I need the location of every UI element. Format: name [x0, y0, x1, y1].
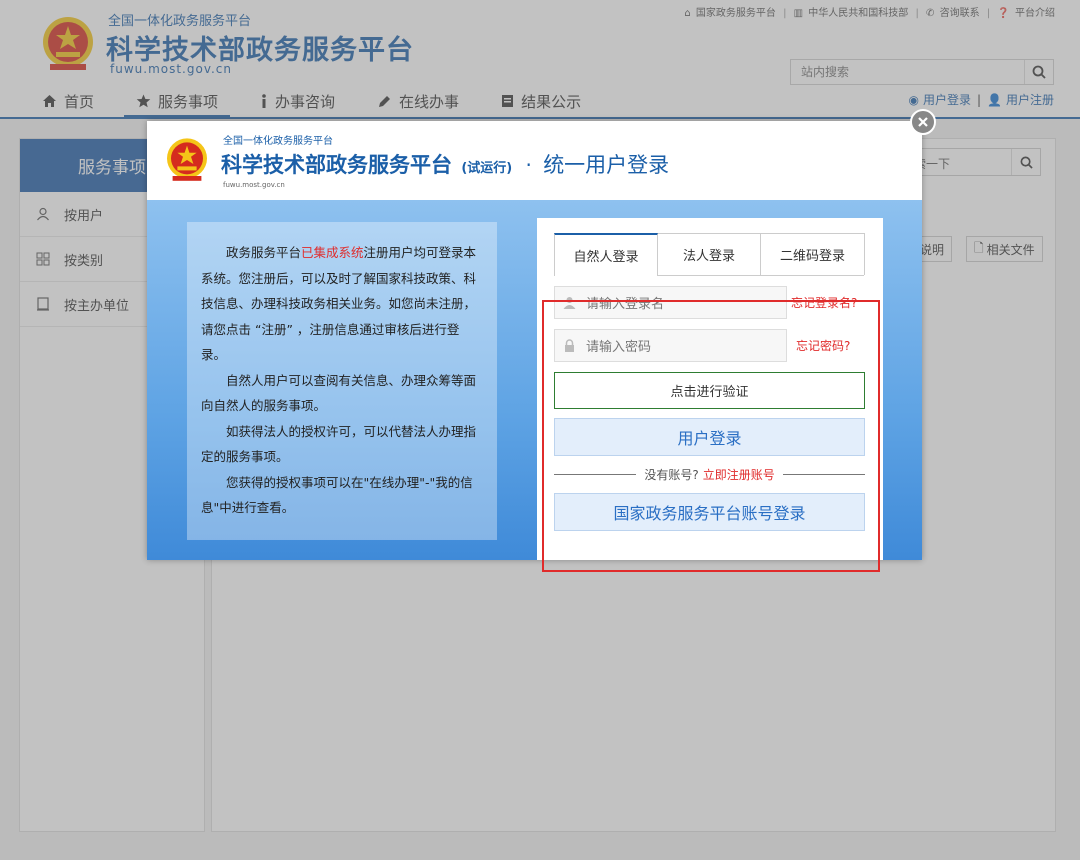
password-field[interactable]: 请输入密码 [554, 329, 787, 362]
register-now-link[interactable]: 立即注册账号 [703, 468, 775, 482]
forgot-password-link[interactable]: 忘记密码? [796, 337, 850, 354]
tab-natural-person[interactable]: 自然人登录 [554, 233, 658, 276]
login-panel: 自然人登录 法人登录 二维码登录 请输入登录名 忘记登录名? 请输入密码 忘记密… [537, 218, 883, 560]
intro-paragraph: 如获得法人的授权许可，可以代替法人办理指定的服务事项。 [201, 423, 477, 465]
intro-paragraph: 您获得的授权事项可以在"在线办理"-"我的信息"中进行查看。 [201, 474, 473, 516]
national-emblem-icon [167, 138, 207, 181]
no-account-text: 没有账号? [644, 467, 699, 482]
username-placeholder: 请输入登录名 [586, 297, 665, 312]
forgot-username-link[interactable]: 忘记登录名? [791, 294, 857, 311]
gov-platform-login-button[interactable]: 国家政务服务平台账号登录 [554, 493, 865, 531]
modal-title-trial: (试运行) [461, 161, 513, 176]
modal-url: fuwu.most.gov.cn [223, 181, 285, 189]
modal-header: 全国一体化政务服务平台 科学技术部政务服务平台 (试运行) · 统一用户登录 f… [147, 121, 922, 200]
modal-title: 科学技术部政务服务平台 (试运行) · 统一用户登录 [221, 149, 669, 179]
modal-title-separator: · [525, 153, 532, 177]
modal-title-main: 科学技术部政务服务平台 [221, 153, 452, 177]
username-field[interactable]: 请输入登录名 [554, 286, 787, 319]
modal-body: 政务服务平台已集成系统注册用户均可登录本系统。您注册后，可以及时了解国家科技政策… [147, 200, 922, 572]
modal-title-unified: 统一用户登录 [543, 153, 670, 177]
modal-subtitle: 全国一体化政务服务平台 [223, 136, 333, 147]
password-placeholder: 请输入密码 [586, 340, 652, 355]
tab-qrcode[interactable]: 二维码登录 [761, 233, 865, 275]
close-button[interactable] [910, 109, 936, 135]
tab-legal-person[interactable]: 法人登录 [658, 233, 761, 275]
user-login-button[interactable]: 用户登录 [554, 418, 865, 456]
divider [782, 473, 866, 475]
page: 全国一体化政务服务平台 科学技术部政务服务平台 fuwu.most.gov.cn… [0, 0, 1080, 860]
close-icon [918, 117, 928, 127]
intro-panel: 政务服务平台已集成系统注册用户均可登录本系统。您注册后，可以及时了解国家科技政策… [187, 222, 497, 540]
captcha-verify-button[interactable]: 点击进行验证 [554, 372, 865, 409]
login-modal: 全国一体化政务服务平台 科学技术部政务服务平台 (试运行) · 统一用户登录 f… [147, 121, 922, 572]
intro-paragraph: 自然人用户可以查阅有关信息、办理众筹等面向自然人的服务事项。 [201, 372, 477, 414]
intro-highlight: 已集成系统 [301, 245, 364, 260]
register-prompt: 没有账号? 立即注册账号 [554, 466, 866, 482]
user-icon [563, 296, 576, 309]
intro-paragraph: 政务服务平台已集成系统注册用户均可登录本系统。您注册后，可以及时了解国家科技政策… [201, 245, 477, 362]
lock-icon [563, 339, 576, 352]
login-tabs: 自然人登录 法人登录 二维码登录 [554, 233, 865, 276]
divider [554, 473, 637, 475]
